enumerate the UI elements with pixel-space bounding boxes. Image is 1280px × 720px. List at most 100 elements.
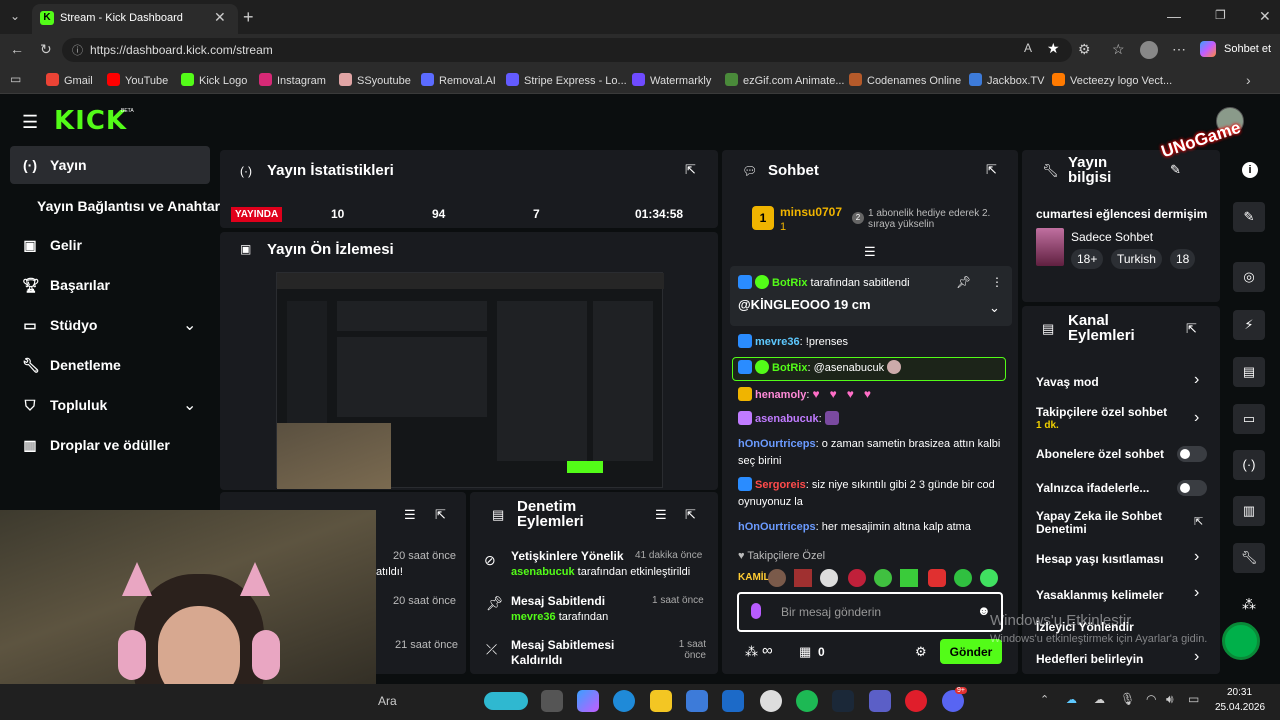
emote-kamil[interactable]: KAMİL <box>738 572 770 583</box>
tag-18plus[interactable]: 18+ <box>1071 249 1104 269</box>
file-explorer-icon[interactable] <box>650 690 672 712</box>
bookmark-kick-logo[interactable]: Kick Logo <box>181 73 247 87</box>
channel-actions-popout-icon[interactable]: ⇱ <box>1186 321 1197 337</box>
points-icon[interactable]: ⁂ <box>745 644 758 660</box>
emote-icon[interactable] <box>928 569 946 587</box>
tag-turkish[interactable]: Turkish <box>1111 249 1162 269</box>
sidebar-item-studyo[interactable]: ▭ Stüdyo <box>22 317 97 334</box>
pinned-more-icon[interactable]: ⋮ <box>991 275 1003 289</box>
outlook-icon[interactable] <box>722 690 744 712</box>
bookmark-gmail[interactable]: Gmail <box>46 73 93 87</box>
favorites-icon[interactable]: ☆ <box>1112 41 1125 58</box>
moderation-tools-icon[interactable]: 🔧︎ <box>1233 543 1265 573</box>
sidebar-item-gelir[interactable]: ▣ Gelir <box>22 237 82 254</box>
tab-list-icon[interactable]: ⌄ <box>10 9 20 23</box>
edge-icon[interactable] <box>613 690 635 712</box>
chat-settings-gear-icon[interactable]: ⚙ <box>915 644 927 660</box>
sidebar-item-droplar[interactable]: ▥ Droplar ve ödüller <box>22 437 169 454</box>
tag-18[interactable]: 18 <box>1170 249 1196 269</box>
extensions-icon[interactable]: ⚙ <box>1078 41 1091 58</box>
chat-popout-icon[interactable]: ⇱ <box>986 162 997 178</box>
taskbar-search[interactable]: Ara <box>378 694 397 708</box>
action-banned-words[interactable]: Yasaklanmış kelimeler <box>1036 588 1163 602</box>
emoji-picker-icon[interactable]: ☻ <box>977 603 991 618</box>
info-icon[interactable]: i <box>1242 162 1258 178</box>
studyo-chevron-down-icon[interactable]: ⌄ <box>183 315 196 335</box>
events-popout-icon[interactable]: ⇱ <box>435 507 446 523</box>
clip-icon[interactable]: ◎ <box>1233 262 1265 292</box>
emote-icon[interactable] <box>900 569 918 587</box>
pin-indicator-icon[interactable]: 📌︎ <box>956 275 971 289</box>
gift-leader-name[interactable]: minsu0707 <box>780 205 842 219</box>
opera-icon[interactable] <box>905 690 927 712</box>
notes-icon[interactable]: ▤ <box>1233 357 1265 387</box>
battery-icon[interactable]: ▭ <box>1188 692 1199 706</box>
bookmark-removal-ai[interactable]: Removal.AI <box>421 73 496 87</box>
bookmark-vecteezy[interactable]: Vecteezy logo Vect... <box>1052 73 1172 87</box>
spotify-icon[interactable] <box>796 690 818 712</box>
moderation-popout-icon[interactable]: ⇱ <box>685 507 696 523</box>
action-account-age[interactable]: Hesap yaşı kısıtlaması <box>1036 552 1163 566</box>
pinned-expand-chevron-icon[interactable]: ⌄ <box>989 300 1000 316</box>
emote-icon[interactable] <box>820 569 838 587</box>
new-tab-icon[interactable]: + <box>243 7 254 28</box>
tray-expand-icon[interactable]: ⌃ <box>1040 693 1049 706</box>
category-name[interactable]: Sadece Sohbet <box>1071 230 1153 244</box>
profile-avatar[interactable] <box>1140 41 1158 59</box>
stream-preview-video[interactable] <box>276 272 664 489</box>
site-info-icon[interactable]: ⓘ <box>72 42 83 58</box>
bookmark-ssyoutube[interactable]: SSyoutube <box>339 73 411 87</box>
category-thumbnail[interactable] <box>1036 228 1064 266</box>
mic-tray-icon[interactable]: 🎙︎ <box>1120 692 1135 706</box>
favorite-star-icon[interactable]: ★ <box>1047 40 1060 57</box>
minimize-icon[interactable]: — <box>1167 8 1181 24</box>
chat-input-field[interactable]: Bir mesaj gönderin ☻ <box>737 592 1003 632</box>
banned-words-chevron-icon[interactable]: › <box>1194 584 1199 602</box>
emotes-only-toggle[interactable] <box>1177 480 1207 496</box>
close-tab-icon[interactable]: ✕ <box>214 9 226 26</box>
hamburger-menu-icon[interactable]: ☰ <box>22 112 38 133</box>
bookmark-ezgif[interactable]: ezGif.com Animate... <box>725 73 844 87</box>
onedrive-icon[interactable]: ☁︎ <box>1066 693 1077 706</box>
stats-popout-icon[interactable]: ⇱ <box>685 162 696 178</box>
community-tools-icon[interactable]: ⁂ <box>1242 596 1256 613</box>
kick-logo[interactable]: KICK <box>54 106 127 136</box>
chat-filter-icon[interactable]: ☰ <box>864 244 876 260</box>
events-filter-icon[interactable]: ☰ <box>404 507 416 523</box>
emote-icon[interactable] <box>768 569 786 587</box>
copilot-label[interactable]: Sohbet et <box>1224 43 1271 55</box>
store-icon[interactable]: ▦ <box>799 644 811 660</box>
edit-pencil-icon[interactable]: ✎ <box>1170 162 1181 178</box>
bookmarks-more-icon[interactable]: › <box>1246 72 1251 88</box>
teams-icon[interactable] <box>869 690 891 712</box>
external-link-icon[interactable]: ⇱ <box>1194 515 1203 528</box>
emote-icon[interactable] <box>848 569 866 587</box>
emote-icon[interactable] <box>874 569 892 587</box>
sidebar-item-topluluk[interactable]: ⛉ Topluluk <box>22 397 108 414</box>
sidebar-item-basarilar[interactable]: 🏆︎ Başarılar <box>22 277 110 294</box>
layout-icon[interactable]: ▥ <box>1233 496 1265 526</box>
bookmark-stripe[interactable]: Stripe Express - Lo... <box>506 73 627 87</box>
chat-toggle-icon[interactable]: ▭ <box>1233 404 1265 434</box>
bookmark-youtube[interactable]: YouTube <box>107 73 168 87</box>
slow-mode-chevron-icon[interactable]: › <box>1194 371 1199 389</box>
bookmark-jackbox[interactable]: Jackbox.TV <box>969 73 1044 87</box>
microphone-icon[interactable] <box>751 603 761 619</box>
broadcast-toggle-icon[interactable]: (·) <box>1233 450 1265 480</box>
maximize-icon[interactable]: ❐ <box>1215 8 1226 22</box>
action-ai-moderation[interactable]: Yapay Zeka ile Sohbet Denetimi <box>1036 510 1176 536</box>
emote-icon[interactable] <box>794 569 812 587</box>
store-taskbar-icon[interactable] <box>686 690 708 712</box>
close-window-icon[interactable]: ✕ <box>1259 8 1271 25</box>
taskbar-date[interactable]: 25.04.2026 <box>1215 702 1265 713</box>
sidebar-item-stream-key[interactable]: Yayın Bağlantısı ve Anahtarı <box>37 198 224 214</box>
followers-only-chevron-icon[interactable]: › <box>1194 409 1199 427</box>
more-menu-icon[interactable]: ⋯ <box>1172 41 1186 58</box>
moderation-filter-icon[interactable]: ☰ <box>655 507 667 523</box>
bookmark-codenames[interactable]: Codenames Online <box>849 73 961 87</box>
browser-tab[interactable]: K Stream - Kick Dashboard ✕ <box>32 4 238 34</box>
back-icon[interactable]: ← <box>10 41 24 57</box>
action-followers-only[interactable]: Takipçilere özel sohbet <box>1036 405 1167 419</box>
weather-icon[interactable]: ☁︎ <box>1094 693 1105 706</box>
emote-icon[interactable] <box>954 569 972 587</box>
